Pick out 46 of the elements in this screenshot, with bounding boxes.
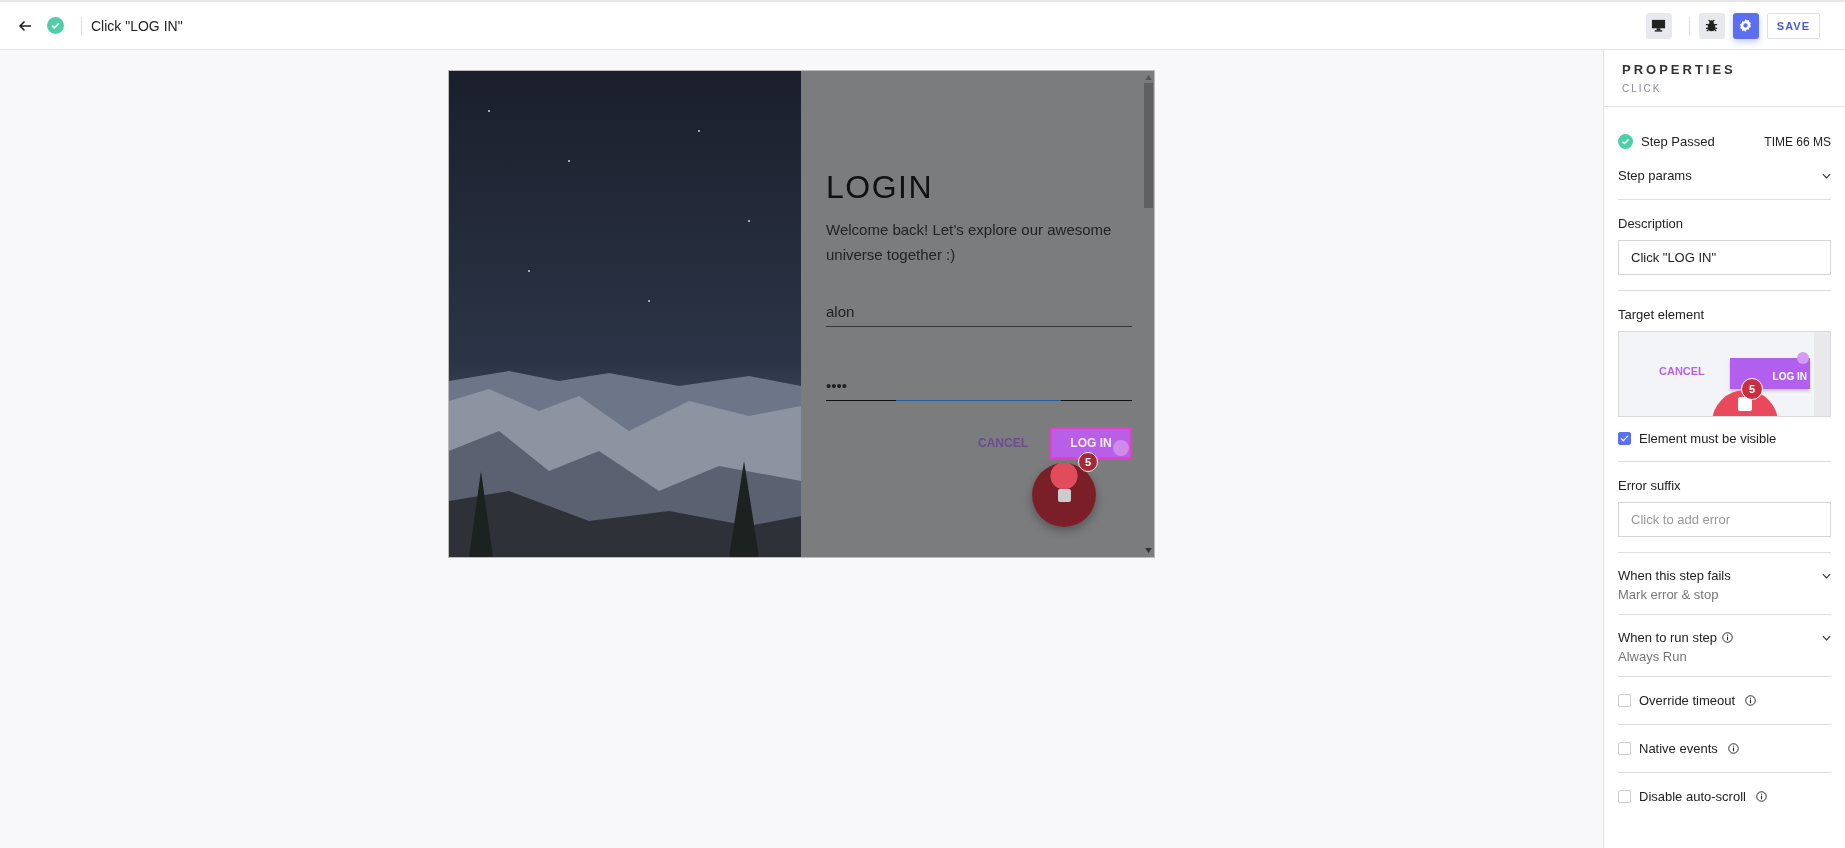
- checkbox-label: Override timeout: [1639, 693, 1736, 708]
- checkbox-label: Native events: [1639, 741, 1718, 756]
- checkbox-label: Element must be visible: [1639, 431, 1777, 446]
- info-icon[interactable]: [1755, 791, 1767, 802]
- info-icon[interactable]: [1722, 632, 1733, 643]
- target-element-label: Target element: [1618, 307, 1705, 322]
- status-text: Step Passed: [1641, 134, 1715, 149]
- panel-title: PROPERTIES: [1622, 62, 1737, 77]
- error-suffix-label: Error suffix: [1618, 478, 1682, 493]
- info-icon[interactable]: [1745, 695, 1757, 706]
- cursor-dot: [1797, 352, 1809, 364]
- dropdown-value: Always Run: [1618, 649, 1688, 664]
- save-button[interactable]: SAVE: [1766, 12, 1820, 39]
- cancel-label: CANCEL: [1659, 365, 1705, 377]
- step-params-label[interactable]: Step params: [1618, 168, 1692, 183]
- login-heading: LOGIN: [826, 168, 935, 207]
- info-icon[interactable]: [1727, 743, 1739, 754]
- time-text: TIME 66 MS: [1764, 134, 1831, 149]
- username-field[interactable]: alon: [826, 303, 1132, 327]
- bug-button[interactable]: [1698, 12, 1725, 39]
- dropdown-label[interactable]: When to run step: [1618, 630, 1717, 645]
- chevron-down-icon[interactable]: [1822, 572, 1831, 579]
- description-label: Description: [1618, 216, 1685, 231]
- chevron-down-icon[interactable]: [1822, 172, 1831, 179]
- scrollbar-thumb[interactable]: [1143, 83, 1153, 208]
- checkbox[interactable]: [1618, 432, 1631, 445]
- monitor-icon: [1651, 18, 1667, 33]
- settings-icon: [1738, 18, 1754, 33]
- password-field[interactable]: ••••: [826, 377, 1132, 401]
- checkbox[interactable]: [1618, 790, 1631, 803]
- login-button[interactable]: LOG IN: [1050, 427, 1132, 459]
- error-suffix-field[interactable]: Click to add error: [1618, 502, 1831, 537]
- checkbox-label: Disable auto-scroll: [1639, 789, 1746, 804]
- step-title: Click "LOG IN": [91, 17, 183, 34]
- dropdown-label[interactable]: When this step fails: [1618, 568, 1731, 583]
- checkbox[interactable]: [1618, 694, 1631, 707]
- panel-subtitle: CLICK: [1622, 83, 1663, 94]
- checkbox[interactable]: [1618, 742, 1631, 755]
- bug-icon: [1704, 18, 1720, 33]
- scroll-down-icon[interactable]: [1144, 548, 1152, 553]
- monitor-button[interactable]: [1645, 12, 1672, 39]
- welcome-text: Welcome back! Let’s explore our awesome universe together :): [826, 220, 1113, 265]
- chevron-down-icon[interactable]: [1822, 634, 1831, 641]
- description-field[interactable]: Click "LOG IN": [1618, 240, 1831, 275]
- dropdown-value: Mark error & stop: [1618, 587, 1720, 602]
- settings-button[interactable]: [1732, 12, 1759, 39]
